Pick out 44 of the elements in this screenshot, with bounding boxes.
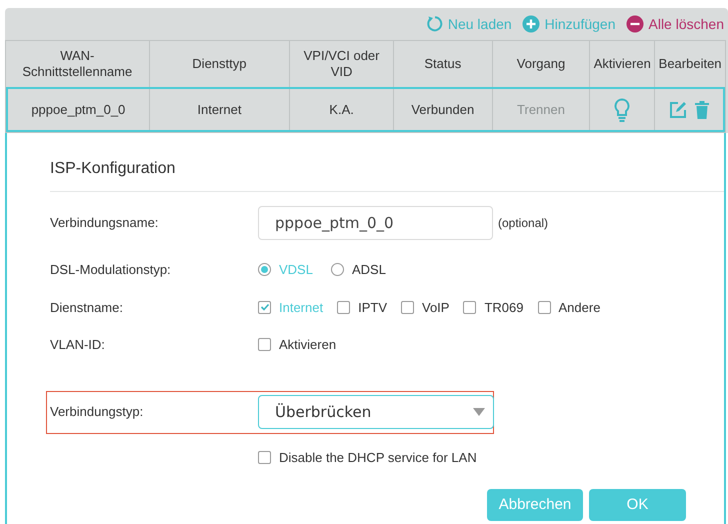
table-cell-text: Verbunden bbox=[411, 100, 474, 119]
checkbox[interactable] bbox=[401, 300, 414, 314]
option-label: VDSL bbox=[279, 261, 313, 279]
radio-button[interactable] bbox=[258, 263, 271, 276]
table-cell-text: pppoe_ptm_0_0 bbox=[31, 100, 126, 119]
add-button[interactable]: Hinzufügen bbox=[522, 14, 616, 34]
ok-button[interactable]: OK bbox=[589, 489, 686, 521]
checkbox[interactable] bbox=[258, 338, 271, 352]
table-cell-text: K.A. bbox=[329, 100, 354, 119]
radio-button[interactable] bbox=[330, 263, 344, 276]
remove-icon bbox=[626, 15, 644, 33]
reload-button[interactable]: Neu laden bbox=[424, 14, 512, 34]
option-label: ADSL bbox=[352, 261, 386, 279]
checkbox[interactable] bbox=[258, 450, 271, 464]
add-icon bbox=[522, 15, 540, 33]
field-label: DSL-Modulationstyp: bbox=[50, 262, 171, 277]
trash-icon[interactable] bbox=[695, 100, 710, 118]
option-label: Aktivieren bbox=[279, 336, 336, 354]
delete-button[interactable]: Alle löschen bbox=[626, 14, 724, 34]
field-label: Verbindungsname: bbox=[50, 215, 158, 230]
option-label: Disable the DHCP service for LAN bbox=[279, 448, 477, 466]
lightbulb-icon[interactable] bbox=[614, 98, 630, 122]
field-label: Dienstname: bbox=[50, 300, 123, 314]
checkbox[interactable] bbox=[258, 300, 271, 314]
option-label: IPTV bbox=[358, 298, 387, 316]
section-title: ISP-Konfiguration bbox=[50, 133, 724, 192]
cancel-button[interactable]: Abbrechen bbox=[487, 489, 583, 521]
option-label: Andere bbox=[558, 298, 600, 316]
table-cell-text: Internet bbox=[197, 100, 242, 119]
dropdown[interactable]: Überbrücken bbox=[258, 395, 494, 429]
checkbox[interactable] bbox=[538, 300, 550, 314]
option-label: TR069 bbox=[484, 298, 524, 316]
option-label: VoIP bbox=[422, 298, 450, 316]
edit-icon[interactable] bbox=[669, 100, 688, 118]
checkbox[interactable] bbox=[463, 300, 476, 314]
field-label: Verbindungstyp: bbox=[50, 404, 144, 420]
column-header: WAN-Schnittstellenname bbox=[21, 47, 134, 81]
caret-icon bbox=[473, 408, 485, 416]
field-label: VLAN-ID: bbox=[50, 337, 105, 352]
text-field[interactable]: pppoe_ptm_0_0 bbox=[258, 206, 493, 240]
reload-icon bbox=[424, 15, 443, 33]
checkbox[interactable] bbox=[337, 300, 350, 314]
hint-text: (optional) bbox=[498, 215, 548, 232]
option-label: Internet bbox=[279, 298, 324, 316]
